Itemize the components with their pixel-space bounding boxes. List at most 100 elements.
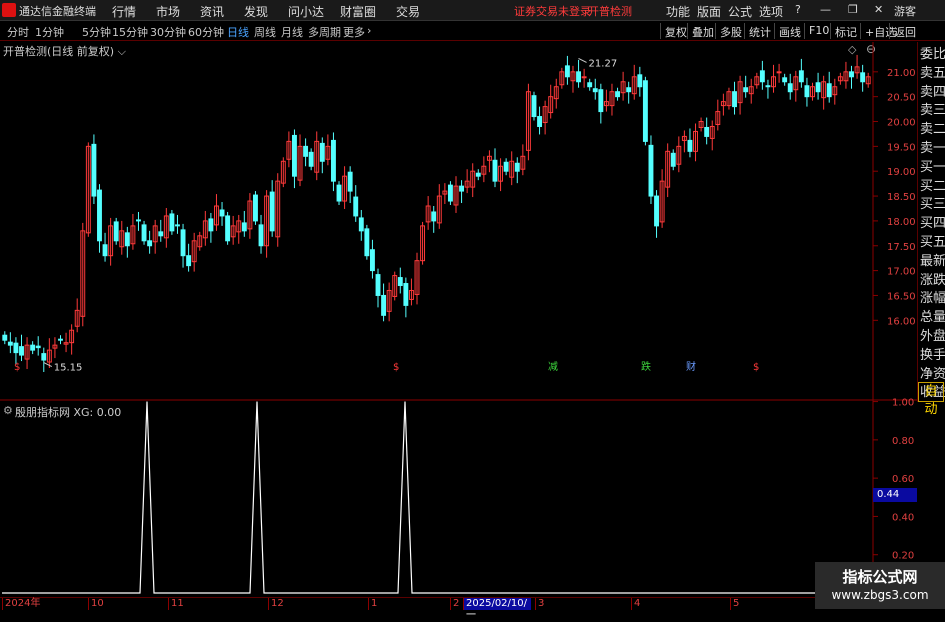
candle — [587, 78, 593, 91]
candle — [163, 207, 169, 248]
candle — [386, 282, 392, 322]
candle — [865, 72, 871, 88]
price-chart[interactable]: 21.2715.15$ $ 减跌财 $ 21.0020.5020.0019.5019.… — [0, 0, 945, 609]
candle — [559, 67, 565, 89]
candle — [414, 252, 420, 305]
candle — [425, 196, 431, 230]
event-marker-0: $ — [14, 362, 20, 373]
side-item-9: 买四 — [920, 216, 945, 232]
price-tick-5: 18.50 — [887, 192, 916, 203]
candle — [113, 217, 119, 245]
candle — [553, 78, 559, 109]
candle — [225, 211, 231, 245]
candle — [793, 70, 799, 102]
candle — [13, 337, 19, 365]
indicator-tick-3: 0.40 — [892, 512, 914, 523]
date-label-7: 3 — [535, 598, 544, 610]
candle — [119, 220, 125, 255]
candle — [30, 341, 36, 355]
side-item-8: 买三 — [920, 197, 945, 213]
price-tick-7: 17.50 — [887, 242, 916, 253]
side-item-2: 卖四 — [920, 84, 945, 100]
date-label-2: 11 — [168, 598, 184, 610]
candle — [581, 68, 587, 88]
candle — [91, 134, 97, 205]
candle — [486, 150, 492, 173]
date-label-3: 12 — [268, 598, 284, 610]
candle — [654, 190, 659, 238]
candle — [85, 142, 91, 237]
candle — [737, 75, 743, 115]
candle — [80, 222, 86, 327]
candle — [798, 58, 804, 88]
candle — [108, 217, 114, 266]
candle — [280, 157, 286, 188]
candle — [264, 190, 270, 258]
candle — [576, 59, 581, 88]
candle — [832, 78, 838, 105]
candle — [782, 73, 788, 86]
candle — [24, 337, 30, 370]
date-label-1: 10 — [88, 598, 104, 610]
candle — [475, 169, 481, 181]
candle — [826, 71, 832, 103]
candle — [275, 173, 281, 247]
candle — [19, 334, 24, 362]
side-item-3: 卖三 — [920, 103, 945, 119]
candle — [2, 331, 8, 345]
candle — [615, 87, 620, 101]
candle — [314, 131, 320, 181]
candle — [191, 232, 197, 272]
candle — [520, 144, 526, 176]
candle — [720, 93, 726, 116]
candle — [447, 181, 453, 206]
candle — [319, 137, 325, 174]
candle — [63, 332, 69, 353]
candle — [715, 99, 721, 131]
candle — [548, 84, 554, 119]
auto-button[interactable]: 自动 — [918, 382, 944, 417]
date-label-9: 5 — [730, 598, 739, 610]
side-item-1: 卖五 — [920, 65, 945, 81]
candle — [754, 72, 760, 89]
candle — [459, 180, 465, 204]
candle — [464, 169, 470, 194]
date-label-6: 2025/02/10/一 — [463, 598, 531, 621]
candle — [41, 347, 47, 372]
candle — [854, 54, 860, 79]
event-marker-2: 减 — [548, 361, 558, 373]
candle — [787, 73, 793, 100]
indicator-tick-2: 0.60 — [892, 474, 914, 485]
side-item-4: 卖二 — [920, 122, 945, 138]
candle — [681, 130, 687, 153]
candle — [626, 81, 632, 104]
candle — [743, 75, 749, 98]
quote-side-panel: 委比 卖五 卖四 卖三 卖二 卖一 买一 买二 买三 买四 买五 最新 涨跌 涨幅 总量 外盘 换手 净资 收益 — [917, 42, 945, 402]
date-label-5: 2 — [450, 598, 459, 610]
candle — [537, 106, 543, 135]
indicator-tick-0: 1.00 — [892, 398, 914, 409]
price-tick-8: 17.00 — [887, 267, 916, 278]
candle — [286, 131, 292, 168]
candle — [197, 231, 203, 251]
candle — [670, 149, 676, 171]
candle — [631, 64, 637, 100]
candle — [124, 226, 130, 258]
candle — [158, 219, 164, 242]
watermark-url: www.zbgs3.com — [831, 588, 929, 602]
candle — [665, 143, 671, 198]
candle — [180, 223, 186, 268]
candle — [147, 230, 153, 254]
candle — [860, 64, 866, 92]
candle — [592, 78, 598, 100]
candle — [58, 335, 63, 345]
candle — [687, 128, 693, 158]
candle — [35, 336, 41, 356]
price-tick-2: 20.00 — [887, 118, 916, 129]
low-price-label: 15.15 — [54, 363, 83, 374]
candle — [292, 129, 297, 189]
candle — [514, 157, 520, 184]
candle — [603, 89, 609, 112]
xg-indicator — [2, 401, 815, 594]
candle — [759, 60, 765, 90]
